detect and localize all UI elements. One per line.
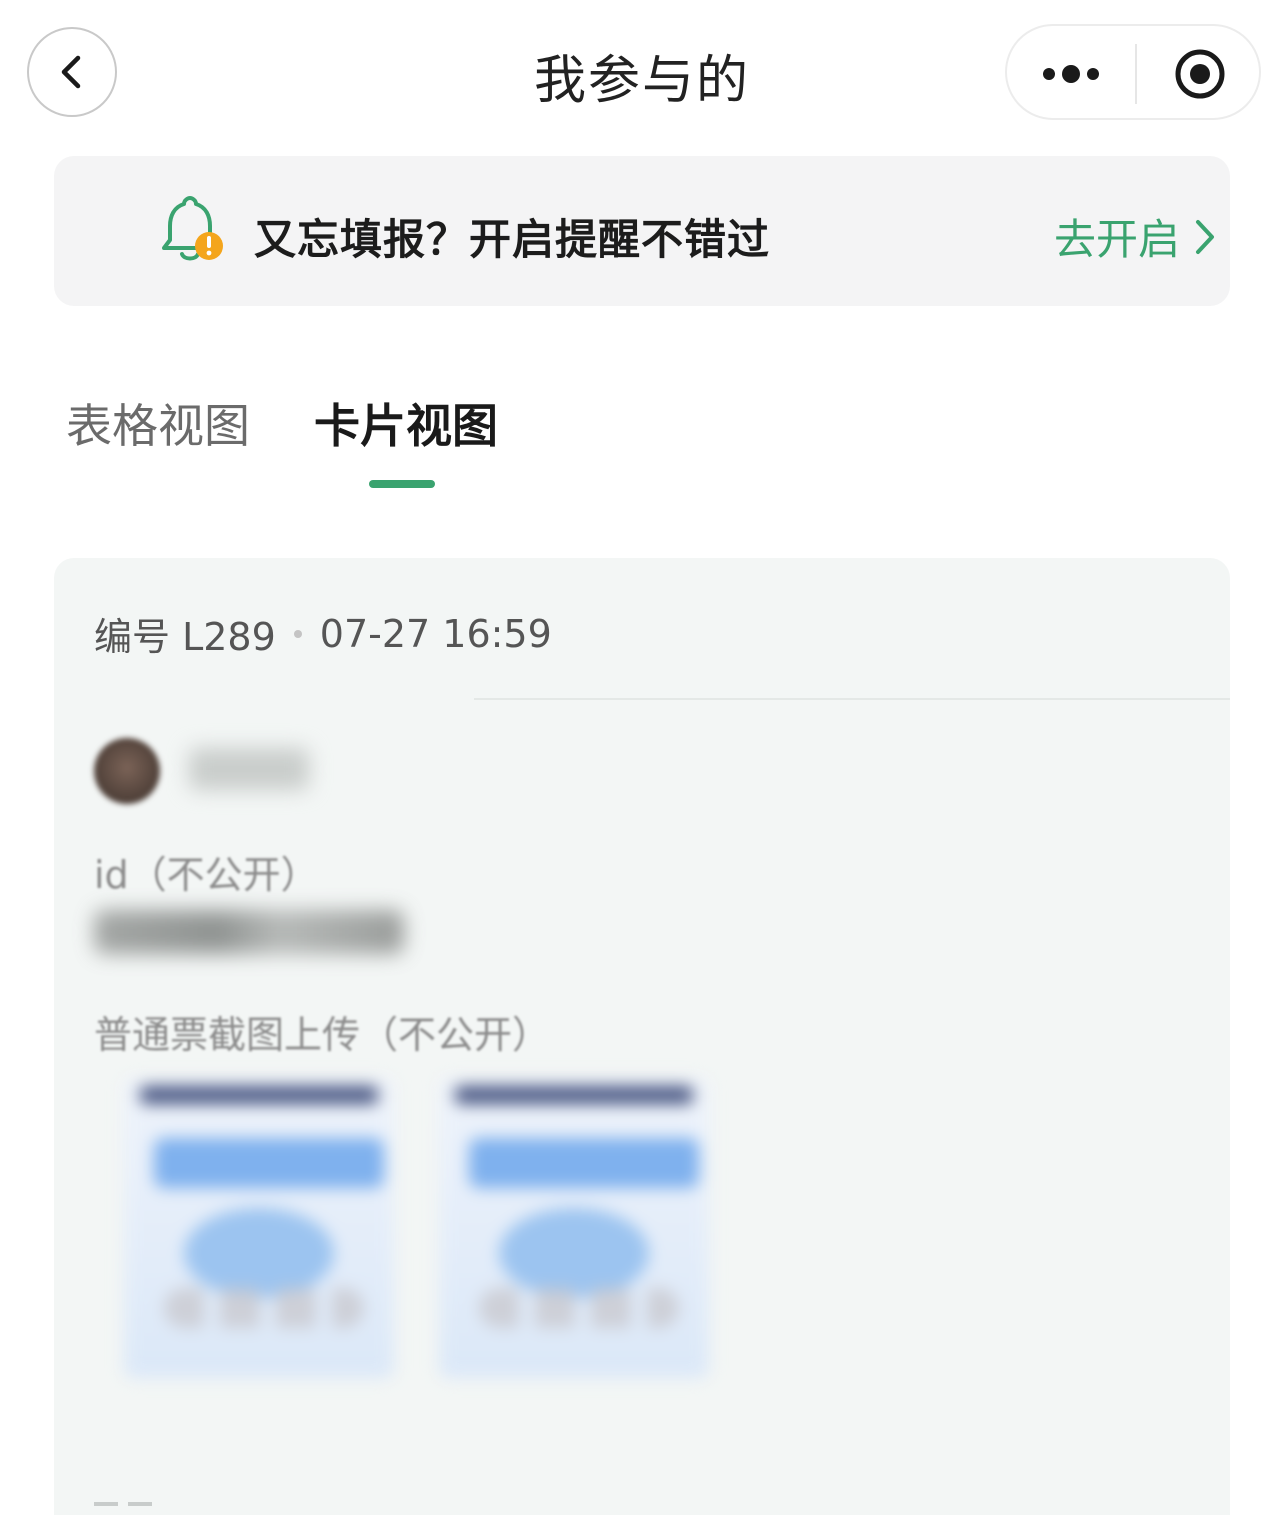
field-label-id: id（不公开） [94, 853, 319, 897]
record-target-icon [1175, 49, 1225, 99]
view-tabs: 表格视图 卡片视图 [0, 380, 1284, 500]
active-tab-indicator [369, 480, 435, 488]
reminder-banner[interactable]: 又忘填报？开启提醒不错过 去开启 [54, 156, 1230, 306]
chevron-right-icon [1196, 219, 1215, 254]
screenshot-thumbnail[interactable] [439, 1078, 709, 1378]
enable-reminder-link[interactable]: 去开启 [1054, 206, 1216, 267]
more-button[interactable] [1007, 26, 1135, 122]
enable-reminder-label: 去开启 [1054, 215, 1181, 264]
meta-separator-dot [293, 629, 302, 638]
tab-card-view[interactable]: 卡片视图 [314, 390, 498, 456]
tab-table-view[interactable]: 表格视图 [66, 390, 250, 456]
thumb-header [140, 1086, 378, 1104]
reminder-text: 又忘填报？开启提醒不错过 [254, 215, 771, 264]
thumb-graphic [499, 1208, 649, 1298]
field-label-screenshot: 普通票截图上传（不公开） [94, 1013, 551, 1057]
top-navigation-bar: 我参与的 [0, 0, 1284, 150]
thumb-banner [469, 1138, 699, 1188]
mini-program-capsule [1005, 24, 1261, 120]
card-time: 07-27 16:59 [319, 611, 552, 656]
thumb-graphic [184, 1208, 334, 1298]
screenshot-thumbnail[interactable] [124, 1078, 394, 1378]
thumb-icons [164, 1288, 364, 1328]
more-dots-icon [1043, 65, 1099, 83]
submission-card[interactable]: 编号 L289 07-27 16:59 id（不公开） 普通票截图上传（不公开） [54, 558, 1230, 1515]
blurred-id-value [94, 910, 404, 954]
bell-warning-icon [162, 196, 223, 261]
blurred-username [189, 748, 309, 790]
card-meta: 编号 L289 07-27 16:59 [94, 606, 552, 661]
card-divider [474, 698, 1230, 700]
card-number: 编号 L289 [94, 615, 276, 659]
avatar [94, 738, 160, 804]
thumb-header [455, 1086, 693, 1104]
thumb-banner [154, 1138, 384, 1188]
thumb-icons [479, 1288, 679, 1328]
close-mini-program-button[interactable] [1137, 26, 1263, 122]
empty-value-dashes [94, 1502, 154, 1506]
